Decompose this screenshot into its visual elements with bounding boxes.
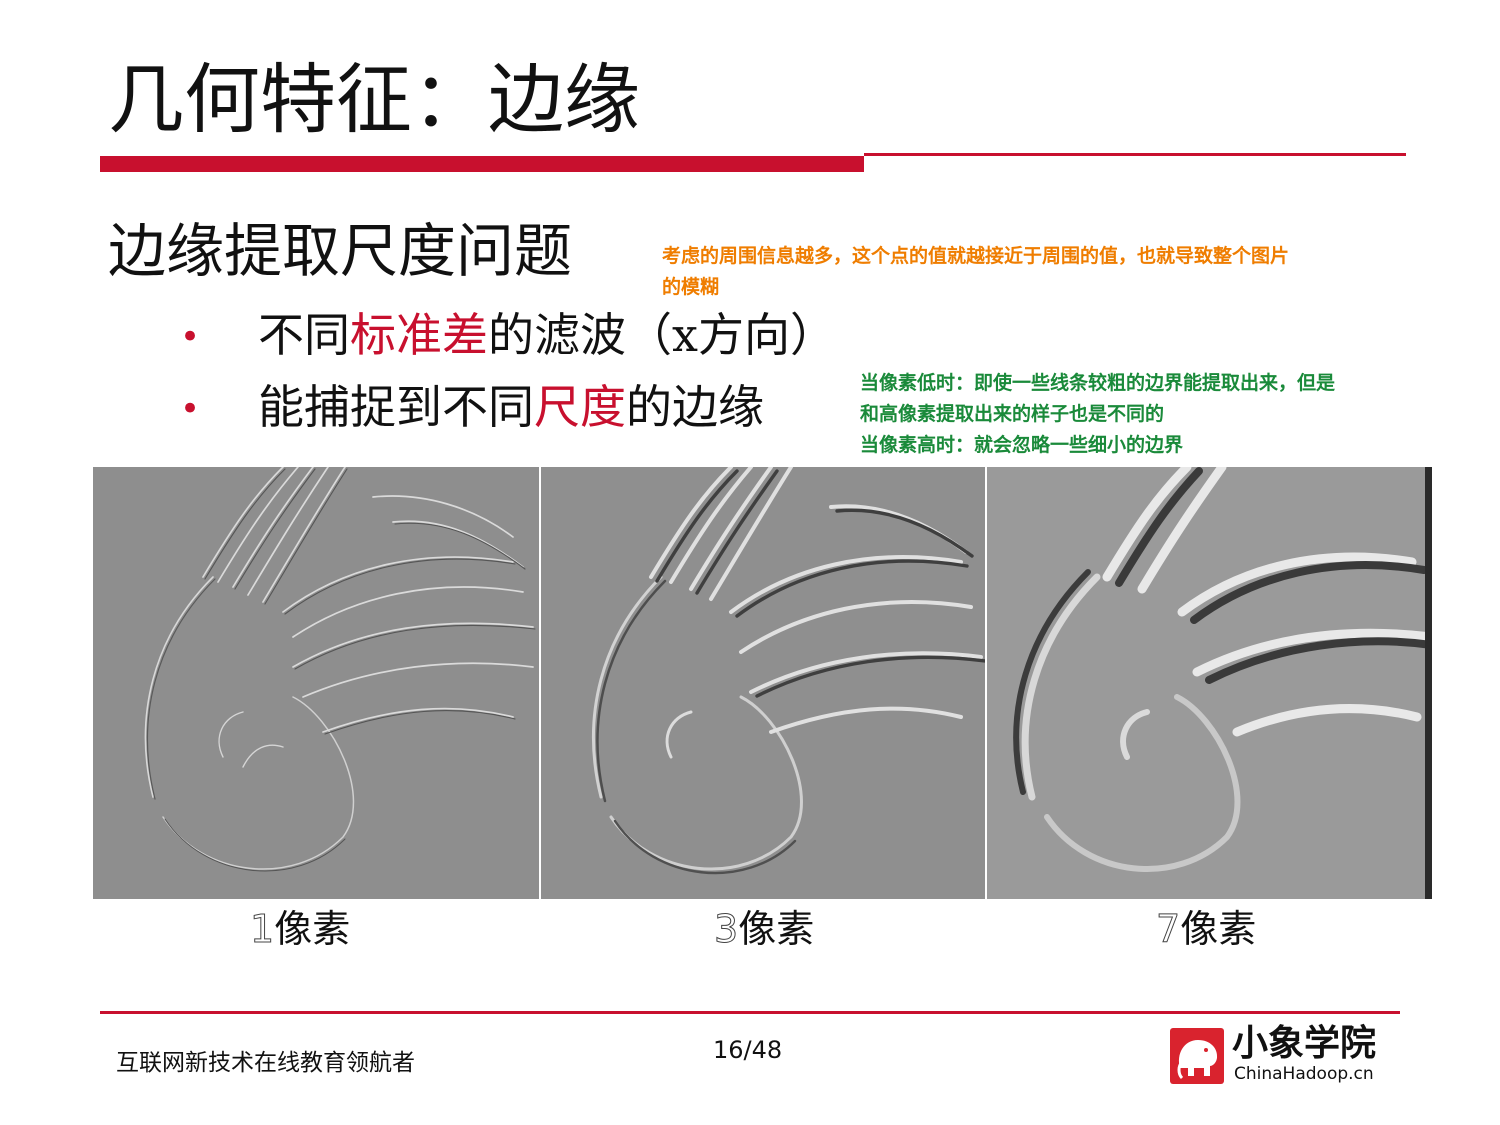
caption-unit: 像素 <box>1180 907 1257 951</box>
slide-title: 几何特征：边缘 <box>108 55 640 144</box>
zebra-edge-picture <box>93 467 539 899</box>
footer-divider <box>100 1011 1400 1014</box>
footer-slogan: 互联网新技术在线教育领航者 <box>116 1050 415 1076</box>
zebra-edge-picture <box>987 467 1432 899</box>
panel-caption: 3像素 <box>713 907 815 951</box>
title-underline-thin <box>864 153 1406 156</box>
edge-image-7px <box>987 467 1432 899</box>
panel-caption: 1像素 <box>249 907 351 951</box>
logo-site: ChinaHadoop.cn <box>1234 1064 1374 1084</box>
bullet-dot-icon: • <box>180 317 201 357</box>
caption-unit: 像素 <box>274 907 351 951</box>
bullet-highlight: 尺度 <box>534 380 626 434</box>
orange-note-line: 的模糊 <box>662 276 720 298</box>
bullet-text-part: 能捕捉到不同 <box>258 380 534 434</box>
zebra-edge-picture <box>541 467 985 899</box>
bullet-text-part: 的边缘 <box>626 380 764 434</box>
green-note-line: 当像素高时：就会忽略一些细小的边界 <box>860 434 1184 456</box>
orange-note: 考虑的周围信息越多，这个点的值就越接近于周围的值，也就导致整个图片 的模糊 <box>662 241 1289 303</box>
bullet-text-part: 的滤波（x方向） <box>488 308 836 362</box>
section-heading: 边缘提取尺度问题 <box>108 217 573 285</box>
green-note-line: 当像素低时：即使一些线条较粗的边界能提取出来，但是 <box>860 372 1336 394</box>
logo-name: 小象学院 <box>1232 1023 1377 1064</box>
bullet-text: 能捕捉到不同尺度的边缘 <box>258 384 764 430</box>
panel-caption: 7像素 <box>1155 907 1257 951</box>
caption-number: 1 <box>249 907 275 951</box>
caption-number: 7 <box>1155 907 1181 951</box>
green-note-line: 和高像素提取出来的样子也是不同的 <box>860 403 1165 425</box>
bullet-text-part: 不同 <box>258 308 350 362</box>
bullet-highlight: 标准差 <box>350 308 488 362</box>
elephant-icon <box>1170 1028 1224 1084</box>
bullet-dot-icon: • <box>180 389 201 429</box>
edge-image-1px <box>93 467 539 899</box>
page-number: 16/48 <box>713 1036 783 1064</box>
brand-logo: 小象学院 ChinaHadoop.cn <box>1170 1026 1395 1086</box>
caption-unit: 像素 <box>738 907 815 951</box>
title-underline-thick <box>100 156 864 172</box>
bullet-text: 不同标准差的滤波（x方向） <box>258 312 836 358</box>
edge-image-3px <box>541 467 985 899</box>
orange-note-line: 考虑的周围信息越多，这个点的值就越接近于周围的值，也就导致整个图片 <box>662 245 1290 267</box>
caption-number: 3 <box>713 907 739 951</box>
green-note: 当像素低时：即使一些线条较粗的边界能提取出来，但是 和高像素提取出来的样子也是不… <box>860 368 1335 461</box>
